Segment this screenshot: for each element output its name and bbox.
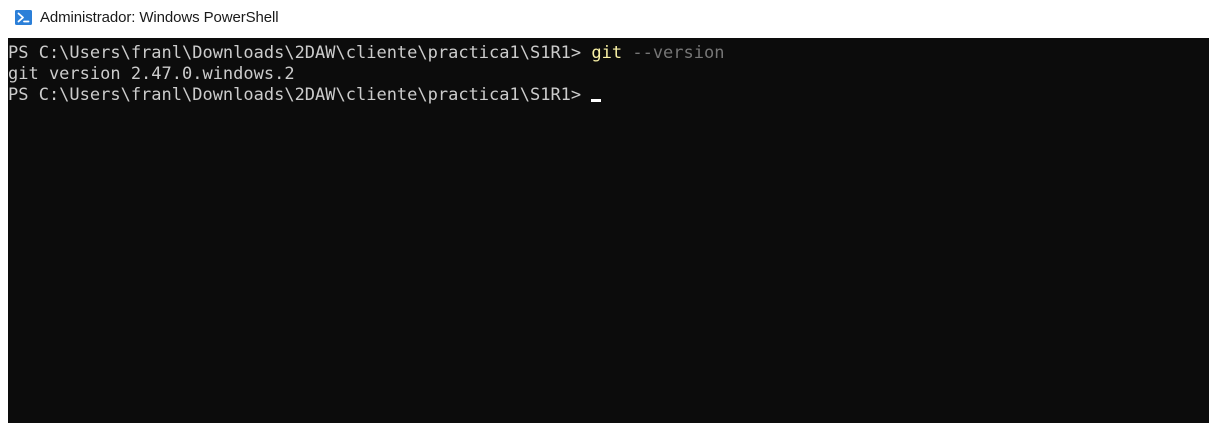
powershell-icon xyxy=(15,10,32,25)
command-argument: --version xyxy=(622,43,725,63)
terminal-area[interactable]: PS C:\Users\franl\Downloads\2DAW\cliente… xyxy=(8,38,1209,423)
window-title: Administrador: Windows PowerShell xyxy=(40,9,279,26)
powershell-window: Administrador: Windows PowerShell PS C:\… xyxy=(0,0,1209,423)
prompt-text: PS C:\Users\franl\Downloads\2DAW\cliente… xyxy=(8,43,592,63)
prompt-text: PS C:\Users\franl\Downloads\2DAW\cliente… xyxy=(8,85,592,105)
console-output: PS C:\Users\franl\Downloads\2DAW\cliente… xyxy=(8,43,724,106)
console-line-1: PS C:\Users\franl\Downloads\2DAW\cliente… xyxy=(8,43,724,64)
console-line-2: git version 2.47.0.windows.2 xyxy=(8,64,724,85)
output-text: git version 2.47.0.windows.2 xyxy=(8,64,295,84)
console-line-3: PS C:\Users\franl\Downloads\2DAW\cliente… xyxy=(8,85,724,106)
title-bar[interactable]: Administrador: Windows PowerShell xyxy=(0,0,1209,38)
command-text: git xyxy=(591,43,623,63)
text-cursor[interactable] xyxy=(591,99,602,102)
